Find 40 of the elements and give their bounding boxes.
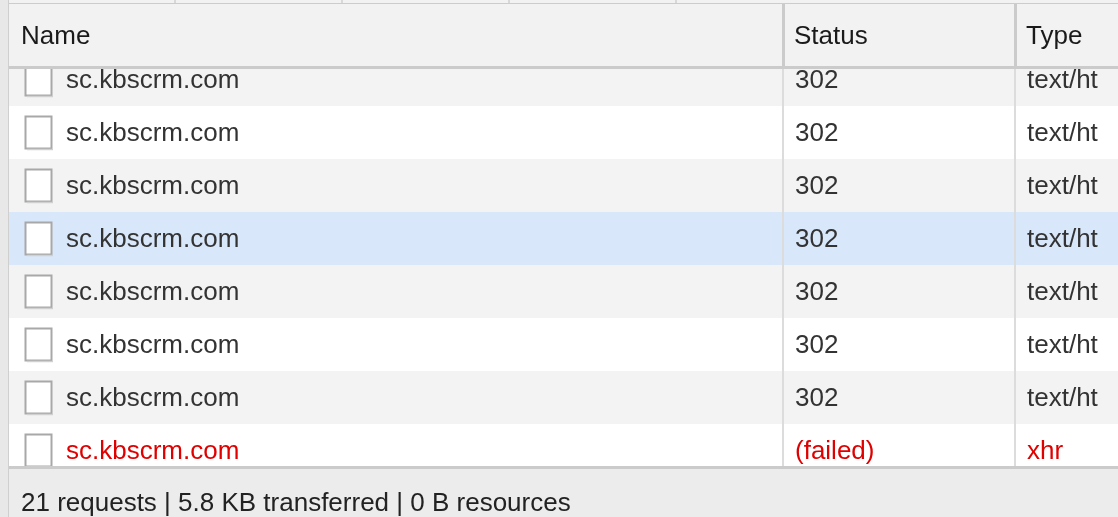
table-row[interactable]: sc.kbscrm.com 302 text/ht <box>9 159 1118 213</box>
content-type: text/ht <box>1027 117 1098 149</box>
content-type: text/ht <box>1027 69 1098 96</box>
request-name: sc.kbscrm.com <box>66 435 240 466</box>
status-code: 302 <box>795 69 839 96</box>
request-name: sc.kbscrm.com <box>66 276 240 308</box>
status-code: (failed) <box>795 435 875 466</box>
table-row[interactable]: sc.kbscrm.com 302 text/ht <box>9 265 1118 319</box>
content-type: text/ht <box>1027 329 1098 361</box>
status-code: 302 <box>795 223 839 255</box>
request-name: sc.kbscrm.com <box>66 170 240 202</box>
column-header[interactable]: Type <box>1014 3 1118 67</box>
status-code: 302 <box>795 170 839 202</box>
content-type: text/ht <box>1027 223 1098 255</box>
file-icon <box>24 220 54 257</box>
content-type: text/ht <box>1027 276 1098 308</box>
file-icon <box>24 432 54 466</box>
column-header[interactable]: Status <box>782 3 1014 67</box>
request-name: sc.kbscrm.com <box>66 223 240 255</box>
table-row[interactable]: sc.kbscrm.com 302 text/ht <box>9 371 1118 425</box>
status-code: 302 <box>795 276 839 308</box>
content-type: text/ht <box>1027 382 1098 414</box>
file-icon <box>24 379 54 416</box>
table-row[interactable]: sc.kbscrm.com 302 text/ht <box>9 212 1118 266</box>
status-code: 302 <box>795 117 839 149</box>
table-row[interactable]: sc.kbscrm.com 302 text/ht <box>9 69 1118 107</box>
status-code: 302 <box>795 329 839 361</box>
file-icon <box>24 114 54 151</box>
column-header[interactable]: Name <box>9 3 782 67</box>
content-type: xhr <box>1027 435 1064 466</box>
status-text: 21 requests | 5.8 KB transferred | 0 B resources <box>21 487 571 517</box>
request-name: sc.kbscrm.com <box>66 329 240 361</box>
request-name: sc.kbscrm.com <box>66 382 240 414</box>
file-icon <box>24 273 54 310</box>
file-icon <box>24 167 54 204</box>
request-name: sc.kbscrm.com <box>66 69 240 96</box>
content-type: text/ht <box>1027 170 1098 202</box>
request-name: sc.kbscrm.com <box>66 117 240 149</box>
status-code: 302 <box>795 382 839 414</box>
file-icon <box>24 326 54 363</box>
